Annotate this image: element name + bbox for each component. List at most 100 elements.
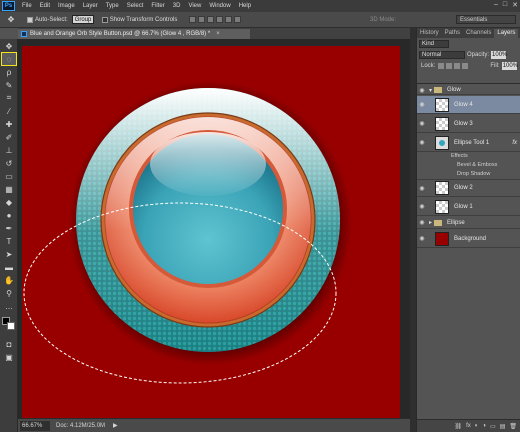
layer-group-ellipse[interactable]: ◉ ▸ Ellipse	[417, 217, 520, 229]
visibility-eye-icon[interactable]: ◉	[417, 185, 427, 192]
fx-badge[interactable]: fx	[512, 140, 517, 146]
lasso-tool-icon[interactable]: ρ	[2, 66, 16, 78]
healing-brush-tool-icon[interactable]: ✚	[2, 118, 16, 130]
menu-edit[interactable]: Edit	[36, 3, 54, 9]
visibility-eye-icon[interactable]: ◉	[417, 101, 427, 108]
blur-tool-icon[interactable]: ◆	[2, 196, 16, 208]
menu-file[interactable]: File	[18, 3, 36, 9]
maximize-button[interactable]: □	[503, 1, 507, 9]
type-tool-icon[interactable]: T	[2, 235, 16, 247]
workspace-dropdown[interactable]: Essentials	[456, 15, 516, 24]
clone-stamp-tool-icon[interactable]: ⊥	[2, 144, 16, 156]
visibility-eye-icon[interactable]: ◉	[417, 87, 427, 94]
fill-field[interactable]: 100%	[501, 61, 518, 70]
dodge-tool-icon[interactable]: ●	[2, 209, 16, 221]
menu-image[interactable]: Image	[54, 3, 79, 9]
effects-label[interactable]: Effects	[451, 153, 468, 159]
zoom-level-field[interactable]: 66.67%	[20, 420, 50, 431]
folder-icon	[434, 87, 443, 93]
expand-arrow-icon[interactable]: ▾	[429, 87, 432, 94]
auto-select-dropdown[interactable]: Group	[71, 15, 94, 24]
menu-filter[interactable]: Filter	[147, 3, 168, 9]
screen-mode-icon[interactable]: ▣	[2, 351, 16, 363]
lock-transparent-icon[interactable]	[438, 62, 445, 69]
menu-3d[interactable]: 3D	[169, 3, 185, 9]
layer-ellipse-tool-1[interactable]: ◉ Ellipse Tool 1 fx	[417, 134, 520, 152]
align-vcenter-icon[interactable]	[198, 16, 206, 23]
blend-mode-dropdown[interactable]: Normal	[419, 50, 465, 59]
background-color-swatch[interactable]	[7, 322, 15, 330]
pen-tool-icon[interactable]: ✒	[2, 222, 16, 234]
visibility-eye-icon[interactable]: ◉	[417, 203, 427, 210]
zoom-tool-icon[interactable]: ⚲	[2, 287, 16, 299]
align-left-icon[interactable]	[216, 16, 224, 23]
adjustment-layer-icon[interactable]: ◑	[482, 423, 486, 429]
history-brush-tool-icon[interactable]: ↺	[2, 157, 16, 169]
layer-glow-4[interactable]: ◉ Glow 4	[417, 96, 520, 114]
hand-tool-icon[interactable]: ✋	[2, 274, 16, 286]
layer-group-glow[interactable]: ◉ ▾ Glow	[417, 86, 520, 95]
layer-thumbnail	[435, 231, 449, 246]
move-tool-preset-icon[interactable]: ✥	[3, 14, 19, 26]
show-transform-checkbox[interactable]	[101, 16, 108, 23]
align-hcenter-icon[interactable]	[225, 16, 233, 23]
layer-glow-3[interactable]: ◉ Glow 3	[417, 115, 520, 133]
menu-type[interactable]: Type	[102, 3, 123, 9]
brush-tool-icon[interactable]: ✐	[2, 131, 16, 143]
status-menu-arrow-icon[interactable]: ▶	[113, 422, 118, 429]
effect-drop-shadow[interactable]: Drop Shadow	[457, 171, 490, 177]
tab-channels[interactable]: Channels	[463, 29, 494, 38]
layer-name: Ellipse	[447, 219, 465, 226]
rectangle-tool-icon[interactable]: ▬	[2, 261, 16, 273]
lock-position-icon[interactable]	[454, 62, 461, 69]
options-bar: ✥ Auto-Select: Group Show Transform Cont…	[0, 12, 520, 28]
visibility-eye-icon[interactable]: ◉	[417, 235, 427, 242]
opacity-field[interactable]: 100%	[491, 50, 507, 59]
layer-background[interactable]: ◉ Background	[417, 230, 520, 248]
layer-glow-2[interactable]: ◉ Glow 2	[417, 179, 520, 197]
tab-history[interactable]: History	[417, 29, 442, 38]
document-tab[interactable]: Blue and Orange Orb Style Button.psd @ 6…	[18, 29, 250, 39]
add-style-icon[interactable]: fx	[466, 423, 471, 429]
canvas[interactable]	[22, 46, 400, 418]
collapse-arrow-icon[interactable]: ▸	[429, 219, 432, 226]
crop-tool-icon[interactable]: ⌗	[2, 92, 16, 104]
eraser-tool-icon[interactable]: ▭	[2, 170, 16, 182]
gradient-tool-icon[interactable]: ▦	[2, 183, 16, 195]
path-selection-tool-icon[interactable]: ➤	[2, 248, 16, 260]
menu-layer[interactable]: Layer	[79, 3, 102, 9]
menu-window[interactable]: Window	[205, 3, 234, 9]
visibility-eye-icon[interactable]: ◉	[417, 219, 427, 226]
align-bottom-icon[interactable]	[207, 16, 215, 23]
quick-selection-tool-icon[interactable]: ✎	[2, 79, 16, 91]
link-layers-icon[interactable]: ⛓	[454, 423, 462, 430]
eyedropper-tool-icon[interactable]: ⁄	[2, 105, 16, 117]
tab-close-icon[interactable]: ×	[216, 31, 220, 37]
menu-help[interactable]: Help	[235, 3, 255, 9]
color-swatches[interactable]	[2, 317, 16, 333]
auto-select-checkbox[interactable]	[27, 16, 33, 23]
tab-layers[interactable]: Layers	[494, 29, 519, 38]
delete-layer-icon[interactable]: 🗑	[509, 423, 517, 430]
tab-paths[interactable]: Paths	[442, 29, 463, 38]
lock-all-icon[interactable]	[462, 62, 469, 69]
menu-select[interactable]: Select	[123, 3, 148, 9]
align-right-icon[interactable]	[234, 16, 242, 23]
minimize-button[interactable]: –	[494, 1, 498, 9]
align-top-icon[interactable]	[189, 16, 197, 23]
new-group-icon[interactable]: ▭	[490, 423, 496, 430]
elliptical-marquee-tool-icon[interactable]: ◌	[1, 52, 17, 66]
move-tool-icon[interactable]: ✥	[2, 40, 16, 52]
more-tools-icon[interactable]: …	[2, 300, 16, 312]
lock-image-icon[interactable]	[446, 62, 453, 69]
menu-view[interactable]: View	[184, 3, 205, 9]
filter-kind-dropdown[interactable]: Kind	[419, 39, 449, 48]
visibility-eye-icon[interactable]: ◉	[417, 139, 427, 146]
close-button[interactable]: ✕	[512, 1, 518, 9]
new-layer-icon[interactable]: ▤	[500, 423, 506, 430]
add-mask-icon[interactable]: ◐	[475, 423, 479, 429]
quick-mask-icon[interactable]: ◘	[2, 338, 16, 350]
layer-glow-1[interactable]: ◉ Glow 1	[417, 198, 520, 216]
effect-bevel-emboss[interactable]: Bevel & Emboss	[457, 162, 497, 168]
visibility-eye-icon[interactable]: ◉	[417, 120, 427, 127]
